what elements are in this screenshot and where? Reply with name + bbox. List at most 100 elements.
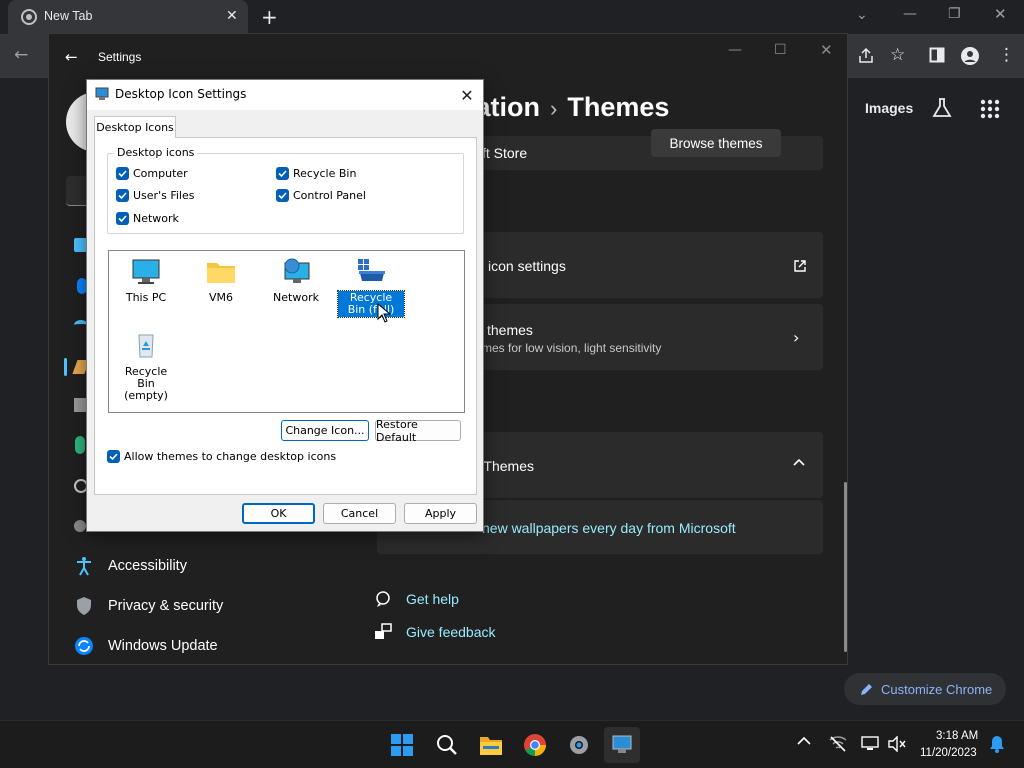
notification-bell-icon[interactable] — [989, 735, 1005, 753]
close-tab-icon[interactable]: ✕ — [226, 8, 238, 24]
network-disconnected-icon[interactable] — [829, 736, 847, 752]
page-title: zation › Themes — [462, 92, 669, 123]
share-icon[interactable] — [857, 47, 875, 65]
sidebar-item-accessibility[interactable]: Accessibility — [74, 556, 187, 576]
apps-nav-icon[interactable] — [74, 398, 86, 412]
settings-window-title: Settings — [98, 50, 142, 64]
chevron-up-icon — [793, 458, 805, 466]
accessibility-icon — [74, 556, 94, 576]
restore-default-button[interactable]: Restore Default — [375, 418, 461, 444]
help-chat-icon — [374, 590, 392, 608]
recycle-bin-checkbox[interactable]: Recycle Bin — [276, 167, 356, 180]
browse-themes-button[interactable]: Browse themes — [651, 129, 781, 157]
gear-icon — [567, 733, 591, 757]
display-icon[interactable] — [861, 736, 879, 752]
new-tab-plus-icon[interactable]: + — [261, 5, 278, 29]
dialog-close-icon[interactable]: ✕ — [455, 83, 479, 107]
desktop-icon-list[interactable]: This PC VM6 Network Recycle Bin (full) R… — [108, 250, 465, 413]
restore-icon[interactable]: ❐ — [948, 6, 961, 22]
icon-label: Recycle Bin (empty) — [124, 365, 168, 402]
desktop-settings-icon — [95, 87, 109, 101]
labs-flask-icon[interactable] — [931, 97, 953, 119]
settings-scrollbar[interactable] — [844, 482, 847, 652]
chrome-taskbar-button[interactable] — [517, 727, 553, 763]
dialog-title-bar[interactable]: Desktop Icon Settings ✕ — [87, 80, 483, 110]
checkbox-checked-icon — [276, 167, 289, 180]
file-explorer-button[interactable] — [473, 727, 509, 763]
tab-desktop-icons[interactable]: Desktop Icons — [94, 116, 176, 138]
icon-label: This PC — [125, 291, 167, 304]
sidebar-item-windows-update[interactable]: Windows Update — [74, 636, 218, 656]
chevron-right-icon: › — [793, 328, 800, 347]
users-files-checkbox[interactable]: User's Files — [116, 189, 194, 202]
checkbox-label: Control Panel — [293, 189, 366, 202]
chrome-tab-new-tab[interactable]: New Tab ✕ — [8, 0, 248, 34]
tab-search-chevron-icon[interactable]: ⌄ — [856, 7, 868, 23]
network-checkbox[interactable]: Network — [116, 212, 179, 225]
clock-date[interactable]: 11/20/2023 — [920, 747, 977, 759]
list-item-recycle-bin-full[interactable]: Recycle Bin (full) — [337, 257, 405, 318]
images-link[interactable]: Images — [865, 100, 913, 116]
control-panel-checkbox[interactable]: Control Panel — [276, 189, 366, 202]
contrast-themes-subtitle: mes for low vision, light sensitivity — [482, 341, 662, 355]
get-help-label: Get help — [406, 591, 459, 607]
taskbar: 3:18 AM 11/20/2023 — [0, 720, 1024, 768]
checkbox-label: Network — [133, 212, 179, 225]
volume-muted-icon[interactable] — [888, 736, 906, 752]
chrome-logo-icon — [21, 9, 37, 25]
search-button[interactable] — [429, 727, 465, 763]
shield-icon — [74, 596, 94, 616]
settings-back-arrow-icon[interactable]: ← — [65, 48, 78, 66]
back-arrow-icon[interactable]: ← — [14, 45, 28, 65]
theme-store-text: ft Store — [482, 145, 528, 161]
checkbox-checked-icon — [116, 167, 129, 180]
clock-time[interactable]: 3:18 AM — [936, 730, 978, 742]
accounts-nav-icon[interactable] — [75, 436, 85, 454]
desktop-icons-group-label: Desktop icons — [114, 146, 198, 159]
desktop-settings-icon — [611, 734, 633, 756]
side-panel-icon[interactable] — [929, 47, 945, 63]
customize-chrome-button[interactable]: Customize Chrome — [844, 673, 1006, 705]
customize-chrome-label: Customize Chrome — [881, 681, 993, 697]
minimize-icon[interactable]: — — [903, 6, 917, 22]
google-apps-grid-icon[interactable] — [980, 99, 1000, 119]
settings-minimize-icon[interactable]: — — [728, 42, 742, 58]
list-item-this-pc[interactable]: This PC — [113, 257, 179, 305]
chrome-menu-icon[interactable]: ⋮ — [998, 45, 1015, 65]
breadcrumb-chevron-icon: › — [550, 96, 558, 121]
profile-avatar-icon[interactable] — [960, 46, 980, 66]
search-icon — [436, 734, 458, 756]
change-icon-button[interactable]: Change Icon... — [281, 420, 369, 441]
desktop-icon-settings-taskbar-button[interactable] — [604, 727, 640, 763]
tab-panel: Desktop icons Computer Recycle Bin User'… — [94, 137, 477, 495]
allow-themes-checkbox[interactable]: Allow themes to change desktop icons — [107, 450, 336, 463]
sidebar-item-privacy[interactable]: Privacy & security — [74, 596, 223, 616]
list-item-network[interactable]: Network — [263, 257, 329, 305]
dialog-title: Desktop Icon Settings — [115, 87, 247, 101]
pencil-icon — [860, 683, 873, 696]
open-external-icon — [793, 259, 807, 273]
settings-maximize-icon[interactable]: ☐ — [774, 42, 787, 58]
close-window-icon[interactable]: ✕ — [994, 5, 1007, 23]
gaming-nav-icon[interactable] — [74, 520, 86, 532]
file-explorer-folder-icon — [479, 734, 503, 756]
ok-button[interactable]: OK — [242, 503, 315, 524]
give-feedback-link[interactable]: Give feedback — [374, 623, 496, 641]
contrast-themes-title: themes — [487, 322, 533, 338]
apply-button[interactable]: Apply — [404, 503, 477, 524]
sidebar-item-label: Accessibility — [108, 558, 187, 574]
wallpapers-link[interactable]: new wallpapers every day from Microsoft — [482, 520, 736, 536]
bookmark-star-icon[interactable]: ☆ — [890, 45, 905, 65]
start-button[interactable] — [384, 727, 420, 763]
settings-close-icon[interactable]: ✕ — [820, 41, 833, 59]
sidebar-item-label: Privacy & security — [108, 598, 224, 614]
mouse-cursor-icon — [377, 303, 391, 323]
computer-checkbox[interactable]: Computer — [116, 167, 188, 180]
cancel-button[interactable]: Cancel — [323, 503, 396, 524]
show-hidden-icons-chevron-icon[interactable] — [797, 736, 811, 746]
list-item-recycle-bin-empty[interactable]: Recycle Bin (empty) — [113, 331, 179, 403]
list-item-vm6[interactable]: VM6 — [188, 257, 254, 305]
get-help-link[interactable]: Get help — [374, 590, 459, 608]
settings-taskbar-button[interactable] — [561, 727, 597, 763]
feedback-icon — [374, 623, 392, 641]
